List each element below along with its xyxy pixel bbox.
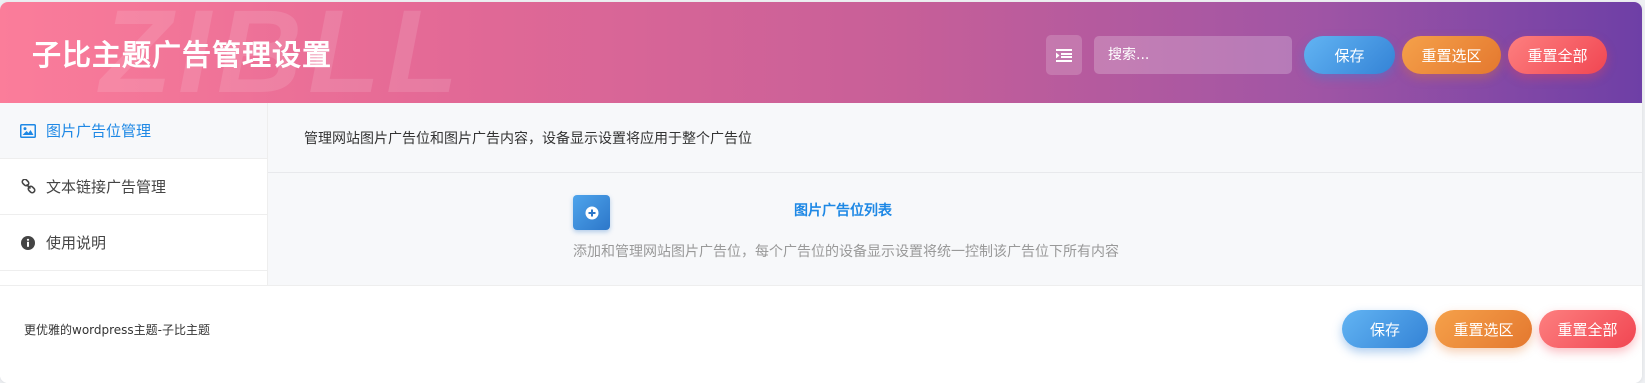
save-button[interactable]: 保存: [1304, 36, 1395, 74]
sidebar-item-image-ads[interactable]: 图片广告位管理: [0, 103, 267, 159]
settings-panel: ZIBLL 子比主题广告管理设置 保存 重置选区 重置全部: [0, 2, 1642, 383]
field-label: 图片广告位列表: [794, 203, 892, 219]
image-ad-list-field: 图片广告位列表 添加和管理网站图片广告位，每个广告位的设备显示设置将统一控制该广…: [268, 173, 1642, 285]
main-content: 管理网站图片广告位和图片广告内容，设备显示设置将应用于整个广告位 图片广告位列表…: [268, 103, 1642, 285]
footer-toolbar: 保存 重置选区 重置全部: [1342, 310, 1636, 348]
image-icon: [20, 123, 36, 139]
section-description: 管理网站图片广告位和图片广告内容，设备显示设置将应用于整个广告位: [268, 103, 1642, 173]
sidebar: 图片广告位管理 文本链接广告管理 使用说明: [0, 103, 268, 285]
footer: 更优雅的wordpress主题-子比主题 保存 重置选区 重置全部: [0, 285, 1642, 383]
add-ad-slot-button[interactable]: [573, 195, 610, 230]
sidebar-item-label: 使用说明: [46, 234, 107, 252]
header: ZIBLL 子比主题广告管理设置 保存 重置选区 重置全部: [0, 2, 1642, 103]
footer-save-button[interactable]: 保存: [1342, 310, 1428, 348]
sidebar-item-usage-guide[interactable]: 使用说明: [0, 215, 267, 271]
reset-section-button[interactable]: 重置选区: [1402, 36, 1501, 74]
sidebar-item-text-link-ads[interactable]: 文本链接广告管理: [0, 159, 267, 215]
footer-reset-all-button[interactable]: 重置全部: [1539, 310, 1636, 348]
sidebar-item-label: 图片广告位管理: [46, 122, 152, 140]
footer-reset-section-button[interactable]: 重置选区: [1435, 310, 1532, 348]
search-input[interactable]: [1094, 36, 1292, 74]
plus-circle-icon: [585, 206, 598, 219]
sidebar-item-label: 文本链接广告管理: [46, 178, 167, 196]
header-toolbar: 保存 重置选区 重置全部: [1046, 35, 1607, 75]
link-icon: [20, 179, 36, 195]
indent-list-icon: [1056, 48, 1072, 62]
settings-body: 图片广告位管理 文本链接广告管理 使用说明 管理网站图片广告位和图片广告内容，设…: [0, 103, 1642, 285]
info-icon: [20, 235, 36, 251]
field-help-text: 添加和管理网站图片广告位，每个广告位的设备显示设置将统一控制该广告位下所有内容: [573, 244, 1119, 260]
page-title: 子比主题广告管理设置: [32, 38, 333, 72]
footer-credit: 更优雅的wordpress主题-子比主题: [24, 323, 211, 337]
reset-all-button[interactable]: 重置全部: [1508, 36, 1607, 74]
expand-menu-button[interactable]: [1046, 35, 1082, 75]
